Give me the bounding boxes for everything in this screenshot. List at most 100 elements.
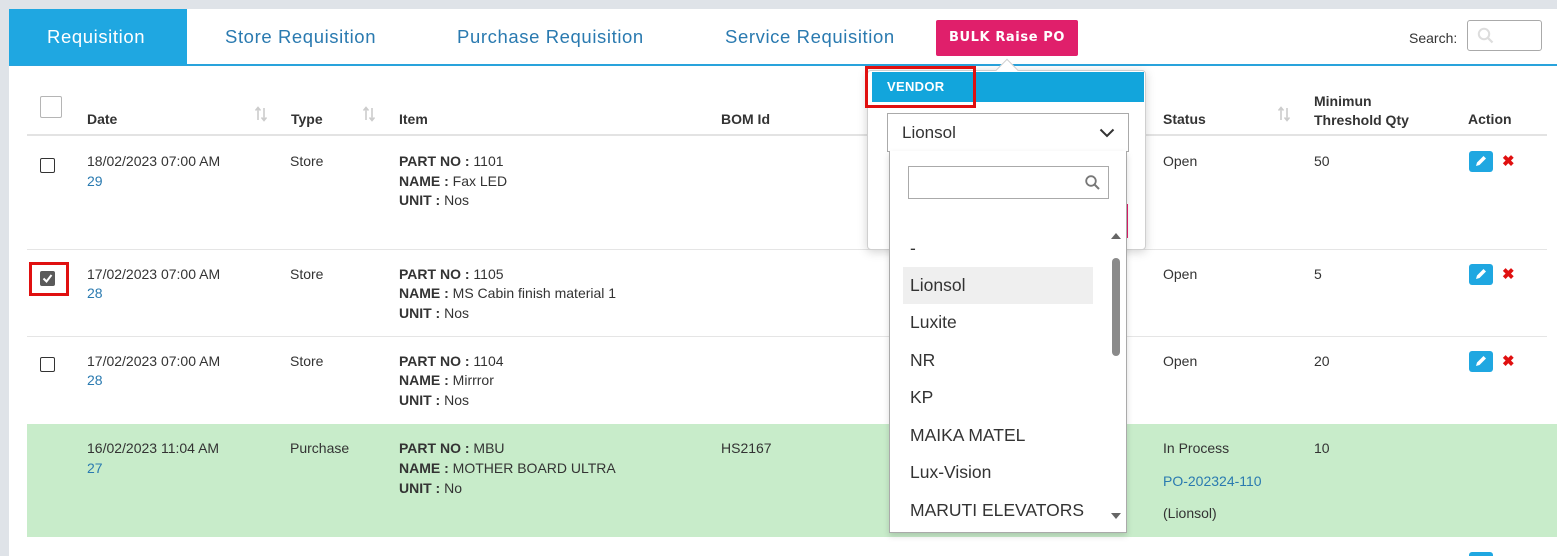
tab-purchase-requisition[interactable]: Purchase Requisition <box>457 9 644 65</box>
unit-label: UNIT : <box>399 305 441 321</box>
header-divider <box>27 134 1547 136</box>
row-date: 17/02/2023 07:00 AM <box>87 353 221 369</box>
vendor-select[interactable]: Lionsol <box>887 113 1129 152</box>
unit-label: UNIT : <box>399 480 441 496</box>
name-label: NAME : <box>399 372 449 388</box>
row-qty: 10 <box>1314 440 1330 456</box>
row-bom: HS2167 <box>721 440 772 456</box>
row-status: Open <box>1163 353 1198 369</box>
vendor-option[interactable]: Lux-Vision <box>903 454 1093 491</box>
row-date: 18/02/2023 07:00 AM <box>87 153 221 169</box>
unit-value: Nos <box>444 192 470 208</box>
vendor-option-selected[interactable]: Lionsol <box>903 267 1093 304</box>
name-value: MS Cabin finish material 1 <box>452 285 617 301</box>
row-status: Open <box>1163 266 1198 282</box>
row-name: NAME : MOTHER BOARD ULTRA <box>399 459 616 478</box>
po-vendor: (Lionsol) <box>1163 505 1217 521</box>
col-header-status[interactable]: Status <box>1163 111 1206 127</box>
row-qty: 20 <box>1314 353 1330 369</box>
row-date: 16/02/2023 11:04 AM <box>87 440 220 456</box>
row-checkbox[interactable] <box>40 357 55 372</box>
row-type: Purchase <box>290 440 350 456</box>
row-status: In Process <box>1163 440 1230 456</box>
row-date: 17/02/2023 07:00 AM <box>87 266 221 282</box>
unit-label: UNIT : <box>399 392 441 408</box>
row-name: NAME : Mirrror <box>399 371 494 390</box>
row-type: Store <box>290 353 324 369</box>
bulk-raise-po-button[interactable]: BULK Raise PO <box>936 20 1078 56</box>
requisition-panel: Requisition Store Requisition Purchase R… <box>9 9 1557 556</box>
pencil-icon <box>1476 156 1486 166</box>
vendor-option[interactable]: KP <box>903 379 1093 416</box>
edit-button[interactable] <box>1469 351 1493 372</box>
row-part: PART NO : 1101 <box>399 152 504 171</box>
row-part: PART NO : 1104 <box>399 352 504 371</box>
delete-icon[interactable]: ✖ <box>1502 354 1515 369</box>
tab-bar: Requisition Store Requisition Purchase R… <box>9 9 1557 66</box>
chevron-down-icon <box>1099 128 1115 138</box>
search-icon <box>1477 27 1494 44</box>
col-header-action: Action <box>1468 111 1512 127</box>
row-id-link[interactable]: 28 <box>87 284 103 303</box>
part-value: MBU <box>473 440 505 456</box>
row-unit: UNIT : Nos <box>399 391 469 410</box>
edit-button[interactable] <box>1469 552 1493 556</box>
col-header-date[interactable]: Date <box>87 111 117 127</box>
sort-icon[interactable] <box>1277 105 1291 123</box>
highlight-box <box>29 262 69 296</box>
name-label: NAME : <box>399 285 449 301</box>
row-qty: 50 <box>1314 153 1330 169</box>
pencil-icon <box>1476 356 1486 366</box>
delete-icon[interactable]: ✖ <box>1502 154 1515 169</box>
vendor-dropdown: - Lionsol Luxite NR KP MAIKA MATEL Lux-V… <box>889 151 1127 533</box>
row-unit: UNIT : Nos <box>399 191 469 210</box>
row-id-link[interactable]: 29 <box>87 172 103 191</box>
col-header-type[interactable]: Type <box>291 111 323 127</box>
name-label: NAME : <box>399 460 449 476</box>
search-label: Search: <box>1409 30 1458 46</box>
tab-requisition[interactable]: Requisition <box>9 9 187 65</box>
vendor-search-input[interactable] <box>908 166 1109 199</box>
row-qty: 5 <box>1314 266 1322 282</box>
scrollbar-thumb[interactable] <box>1112 258 1120 356</box>
part-value: 1101 <box>473 153 504 169</box>
row-divider <box>27 336 1547 337</box>
select-all-checkbox[interactable] <box>40 96 62 118</box>
part-label: PART NO : <box>399 353 470 369</box>
vendor-option[interactable]: MARUTI ELEVATORS <box>903 492 1093 529</box>
row-checkbox[interactable] <box>40 158 55 173</box>
vendor-option[interactable]: - <box>903 230 1093 267</box>
vendor-selected-value: Lionsol <box>902 123 956 142</box>
col-header-item[interactable]: Item <box>399 111 428 127</box>
vendor-option[interactable]: Luxite <box>903 304 1093 341</box>
delete-icon[interactable]: ✖ <box>1502 267 1515 282</box>
tab-service-requisition[interactable]: Service Requisition <box>725 9 895 65</box>
edit-button[interactable] <box>1469 151 1493 172</box>
row-id-link[interactable]: 27 <box>87 459 103 478</box>
row-status: Open <box>1163 153 1198 169</box>
tab-store-requisition[interactable]: Store Requisition <box>225 9 376 65</box>
col-header-min-threshold[interactable]: Minimun Threshold Qty <box>1314 92 1434 130</box>
highlight-box <box>865 66 976 108</box>
col-header-bom[interactable]: BOM Id <box>721 111 770 127</box>
edit-button[interactable] <box>1469 264 1493 285</box>
search-icon <box>1085 175 1100 190</box>
vendor-option[interactable]: MAIKA MATEL <box>903 417 1093 454</box>
scroll-up-icon <box>1111 233 1121 239</box>
part-label: PART NO : <box>399 153 470 169</box>
name-value: Mirrror <box>452 372 494 388</box>
part-value: 1104 <box>473 353 504 369</box>
name-label: NAME : <box>399 173 449 189</box>
search-input[interactable] <box>1467 20 1542 51</box>
part-label: PART NO : <box>399 440 470 456</box>
unit-label: UNIT : <box>399 192 441 208</box>
row-unit: UNIT : No <box>399 479 462 498</box>
sort-icon[interactable] <box>362 105 376 123</box>
sort-icon[interactable] <box>254 105 268 123</box>
unit-value: No <box>444 480 463 496</box>
row-part: PART NO : 1105 <box>399 265 504 284</box>
vendor-option[interactable]: NR <box>903 342 1093 379</box>
row-id-link[interactable]: 28 <box>87 371 103 390</box>
scroll-down-icon <box>1111 513 1121 519</box>
po-number-link[interactable]: PO-202324-110 <box>1163 472 1262 491</box>
